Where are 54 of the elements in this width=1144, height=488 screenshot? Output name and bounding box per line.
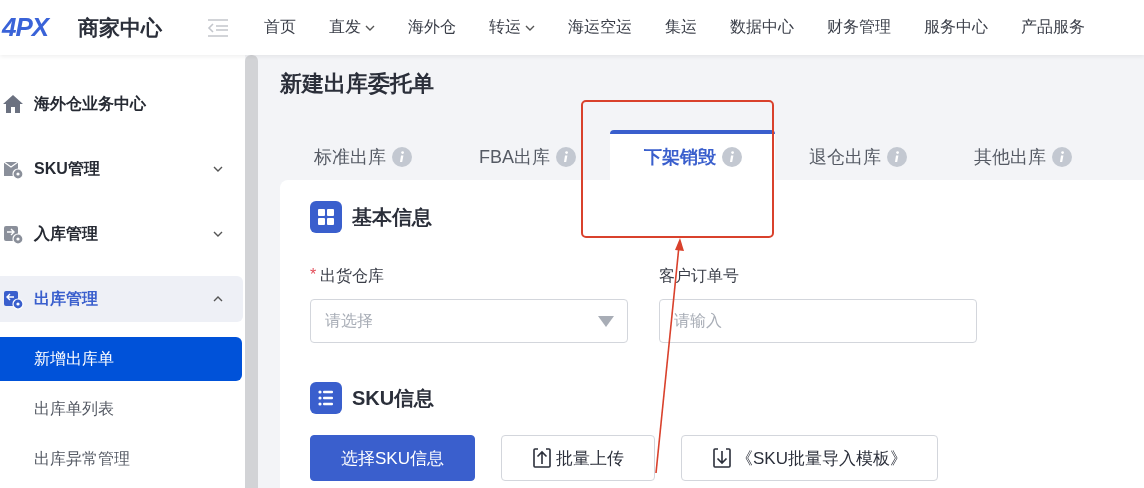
nav-item[interactable]: 数据中心 <box>730 17 795 38</box>
sidebar-item[interactable]: SKU管理 <box>0 146 243 192</box>
nav-item[interactable]: 海外仓 <box>408 17 457 38</box>
field-label: 出货仓库 <box>320 266 385 286</box>
field-label: 客户订单号 <box>659 266 739 286</box>
info-icon <box>886 147 907 167</box>
sidebar-subitem[interactable]: 出库单列表 <box>0 387 242 431</box>
chevron-down-icon <box>213 231 223 237</box>
info-icon <box>721 147 742 167</box>
nav-item[interactable]: 服务中心 <box>924 17 989 38</box>
info-icon <box>1051 147 1072 167</box>
sidebar-item[interactable]: 入库管理 <box>0 211 243 257</box>
download-icon <box>711 447 732 469</box>
dropdown-icon <box>598 316 614 327</box>
sidebar-subitem[interactable]: 出库异常管理 <box>0 437 242 481</box>
chevron-down-icon <box>365 24 376 31</box>
sidebar-item[interactable]: 海外仓业务中心 <box>0 81 243 127</box>
home-icon <box>2 94 24 114</box>
tab[interactable]: 其他出库 <box>940 130 1105 180</box>
required-mark: * <box>310 266 317 285</box>
tab[interactable]: 退仓出库 <box>775 130 940 180</box>
nav-item[interactable]: 海运空运 <box>568 17 633 38</box>
nav-item[interactable]: 直发 <box>329 17 376 38</box>
sidebar-item[interactable]: 出库管理 <box>0 276 243 322</box>
chevron-down-icon <box>213 166 223 172</box>
action-button[interactable]: 《SKU批量导入模板》 <box>680 435 938 481</box>
menu-fold-icon[interactable] <box>206 17 231 38</box>
input-field[interactable]: 请输入 <box>659 299 977 343</box>
nav-item[interactable]: 产品服务 <box>1021 17 1086 38</box>
nav-item[interactable]: 转运 <box>489 17 536 38</box>
list-icon <box>310 382 342 414</box>
chevron-up-icon <box>213 296 223 302</box>
tab[interactable]: 标准出库 <box>280 130 445 180</box>
action-button[interactable]: 批量上传 <box>500 435 655 481</box>
nav-item[interactable]: 集运 <box>665 17 698 38</box>
brand-title: 商家中心 <box>78 14 163 41</box>
tab[interactable]: FBA出库 <box>445 130 610 180</box>
grid-icon <box>310 201 342 233</box>
nav-item[interactable]: 财务管理 <box>827 17 892 38</box>
section-title: 基本信息 <box>352 204 432 230</box>
sidebar-subitem[interactable]: 新增出库单 <box>0 337 242 381</box>
info-icon <box>556 147 576 167</box>
nav-item[interactable]: 首页 <box>264 17 297 38</box>
info-icon <box>391 147 412 167</box>
tab[interactable]: 下架销毁 <box>610 130 775 180</box>
section-title: SKU信息 <box>352 385 435 411</box>
logo: 4PX <box>2 12 51 43</box>
page-title: 新建出库委托单 <box>280 70 435 98</box>
scrollbar[interactable] <box>245 55 258 488</box>
upload-icon <box>531 447 552 469</box>
chevron-down-icon <box>525 24 536 31</box>
outbound-gear-icon <box>2 288 24 310</box>
select-field[interactable]: 请选择 <box>310 299 628 343</box>
action-button[interactable]: 选择SKU信息 <box>310 435 475 481</box>
